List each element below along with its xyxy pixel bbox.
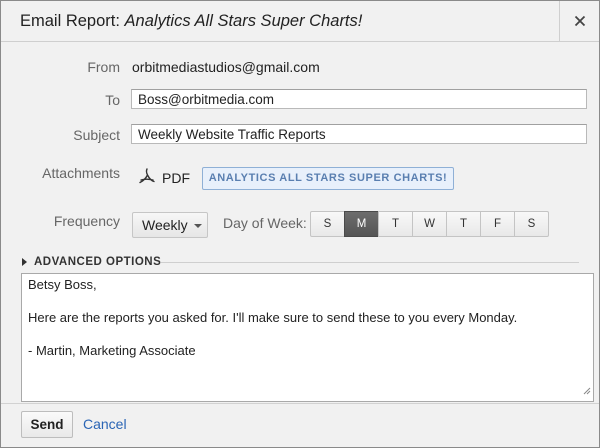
day-button-sunday[interactable]: S <box>310 211 345 237</box>
frequency-label: Frequency <box>53 213 120 229</box>
pdf-attachment: PDF <box>138 166 190 190</box>
close-icon <box>574 15 586 27</box>
from-label: From <box>87 59 120 75</box>
day-of-week-label: Day of Week: <box>223 215 307 231</box>
pdf-icon <box>138 167 156 190</box>
from-value: orbitmediastudios@gmail.com <box>132 59 320 75</box>
attachment-chip[interactable]: ANALYTICS ALL STARS SUPER CHARTS! <box>202 167 454 190</box>
expand-triangle-icon <box>22 258 27 266</box>
dialog-titlebar: Email Report: Analytics All Stars Super … <box>1 1 599 42</box>
email-report-dialog: Email Report: Analytics All Stars Super … <box>0 0 600 448</box>
dialog-title: Email Report: Analytics All Stars Super … <box>20 12 362 31</box>
day-button-tuesday[interactable]: T <box>378 211 413 237</box>
message-line: - Martin, Marketing Associate <box>28 343 196 358</box>
message-line: Betsy Boss, <box>28 277 97 292</box>
day-button-thursday[interactable]: T <box>446 211 481 237</box>
send-button[interactable]: Send <box>21 411 73 438</box>
subject-label: Subject <box>73 127 120 143</box>
day-of-week-selector: S M T W T F S <box>310 211 549 237</box>
day-button-saturday[interactable]: S <box>514 211 549 237</box>
advanced-options-toggle[interactable]: ADVANCED OPTIONS <box>22 255 161 269</box>
close-button[interactable] <box>559 1 600 41</box>
frequency-value: Weekly <box>142 217 188 233</box>
cancel-link[interactable]: Cancel <box>83 416 127 432</box>
dialog-title-prefix: Email Report: <box>20 12 125 30</box>
message-body[interactable]: Betsy Boss, Here are the reports you ask… <box>21 273 594 402</box>
advanced-options-divider <box>161 262 579 263</box>
dialog-title-report-name: Analytics All Stars Super Charts! <box>124 12 363 30</box>
footer-divider <box>1 403 599 404</box>
advanced-options-label: ADVANCED OPTIONS <box>34 256 162 268</box>
day-button-wednesday[interactable]: W <box>412 211 447 237</box>
day-button-monday[interactable]: M <box>344 211 379 237</box>
chevron-down-icon <box>193 224 202 228</box>
resize-grip-icon[interactable] <box>583 383 591 399</box>
attachments-label: Attachments <box>42 165 120 181</box>
to-field[interactable] <box>131 89 587 109</box>
day-button-friday[interactable]: F <box>480 211 515 237</box>
to-label: To <box>105 92 120 108</box>
message-line: Here are the reports you asked for. I'll… <box>28 310 518 325</box>
subject-field[interactable] <box>131 124 587 144</box>
frequency-select[interactable]: Weekly <box>132 212 208 238</box>
pdf-label: PDF <box>162 170 190 186</box>
